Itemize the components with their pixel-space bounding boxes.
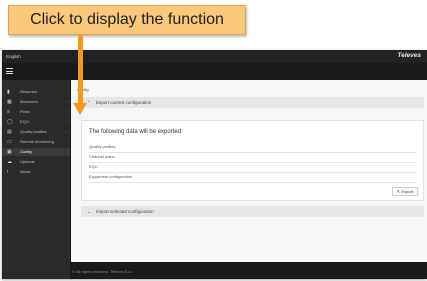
info-icon: i bbox=[7, 169, 9, 175]
chevron-right-icon: › bbox=[65, 119, 67, 124]
sidebar-item-label: About bbox=[20, 169, 31, 174]
export-section-header[interactable]: ⌃ Export current configuration bbox=[81, 97, 424, 108]
sidebar-item-about[interactable]: i About bbox=[2, 168, 70, 176]
monitor-icon: ▭ bbox=[7, 139, 12, 145]
cloud-icon: ☁ bbox=[7, 159, 12, 165]
export-item: Equipment configuration bbox=[89, 172, 416, 183]
sidebar-item-equ[interactable]: ◯ EQU › bbox=[2, 118, 70, 126]
profiles-icon: ▤ bbox=[7, 129, 12, 135]
config-icon: ▣ bbox=[7, 149, 12, 155]
export-button[interactable]: ⇱ Export bbox=[392, 187, 418, 196]
chevron-right-icon: › bbox=[65, 109, 67, 114]
callout-arrow-head bbox=[73, 103, 87, 115]
sidebar-item-plans[interactable]: ≡ Plans › bbox=[2, 108, 70, 116]
sidebar-item-uploads[interactable]: ☁ Uploads bbox=[2, 158, 70, 166]
footer-copyright: © All rights reserved. Televes S.a. bbox=[72, 269, 132, 274]
sidebar-item-label: Config bbox=[20, 149, 32, 154]
sidebar-item-label: Resumen bbox=[20, 89, 38, 94]
callout-arrow bbox=[78, 35, 83, 105]
language-selector[interactable]: English bbox=[6, 54, 21, 59]
list-icon: ≡ bbox=[7, 109, 10, 115]
sidebar-item-label: Remote Monitoring bbox=[20, 139, 54, 144]
chevron-right-icon: › bbox=[65, 129, 67, 134]
sidebar-item-label: EQU bbox=[20, 119, 29, 124]
sidebar-item-label: Uploads bbox=[20, 159, 35, 164]
sidebar-item-measures[interactable]: ▦ Measures › bbox=[2, 98, 70, 106]
sidebar-item-label: Quality profiles bbox=[20, 129, 47, 134]
sidebar-item-resumen[interactable]: ▮ Resumen bbox=[2, 88, 70, 96]
sidebar-item-label: Plans bbox=[20, 109, 31, 114]
chevron-right-icon: › bbox=[65, 99, 67, 104]
import-section-header[interactable]: ⌄ Import selected configuration bbox=[81, 206, 424, 217]
circle-icon: ◯ bbox=[7, 119, 13, 125]
main-content: Config ⌃ Export current configuration Th… bbox=[71, 80, 427, 262]
brand-logo: Televes bbox=[397, 52, 421, 59]
export-panel: The following data will be exported Qual… bbox=[81, 120, 424, 201]
sidebar-item-quality-profiles[interactable]: ▤ Quality profiles › bbox=[2, 128, 70, 136]
export-button-label: Export bbox=[401, 189, 414, 194]
sidebar-item-label: Measures bbox=[20, 99, 38, 104]
device-icon: ▮ bbox=[7, 89, 10, 95]
top-bar: English Televes bbox=[2, 50, 427, 63]
chart-icon: ▦ bbox=[7, 99, 12, 105]
callout-box: Click to display the function bbox=[8, 5, 246, 35]
app-window: English Televes ▮ Resumen ▦ Measures › ≡ Plans… bbox=[2, 50, 427, 279]
export-panel-title: The following data will be exported bbox=[89, 129, 182, 135]
export-section-title: Export current configuration bbox=[96, 100, 152, 105]
sidebar: ▮ Resumen ▦ Measures › ≡ Plans › ◯ EQU › ▤ Quality p… bbox=[2, 80, 70, 279]
sidebar-item-remote-monitoring[interactable]: ▭ Remote Monitoring bbox=[2, 138, 70, 146]
sidebar-item-config[interactable]: ▣ Config bbox=[2, 148, 70, 156]
chevron-up-icon: ⌃ bbox=[87, 100, 91, 105]
import-section-title: Import selected configuration bbox=[96, 209, 154, 214]
export-icon: ⇱ bbox=[396, 189, 401, 194]
hamburger-menu-icon[interactable] bbox=[6, 68, 13, 74]
chevron-down-icon: ⌄ bbox=[87, 209, 91, 214]
